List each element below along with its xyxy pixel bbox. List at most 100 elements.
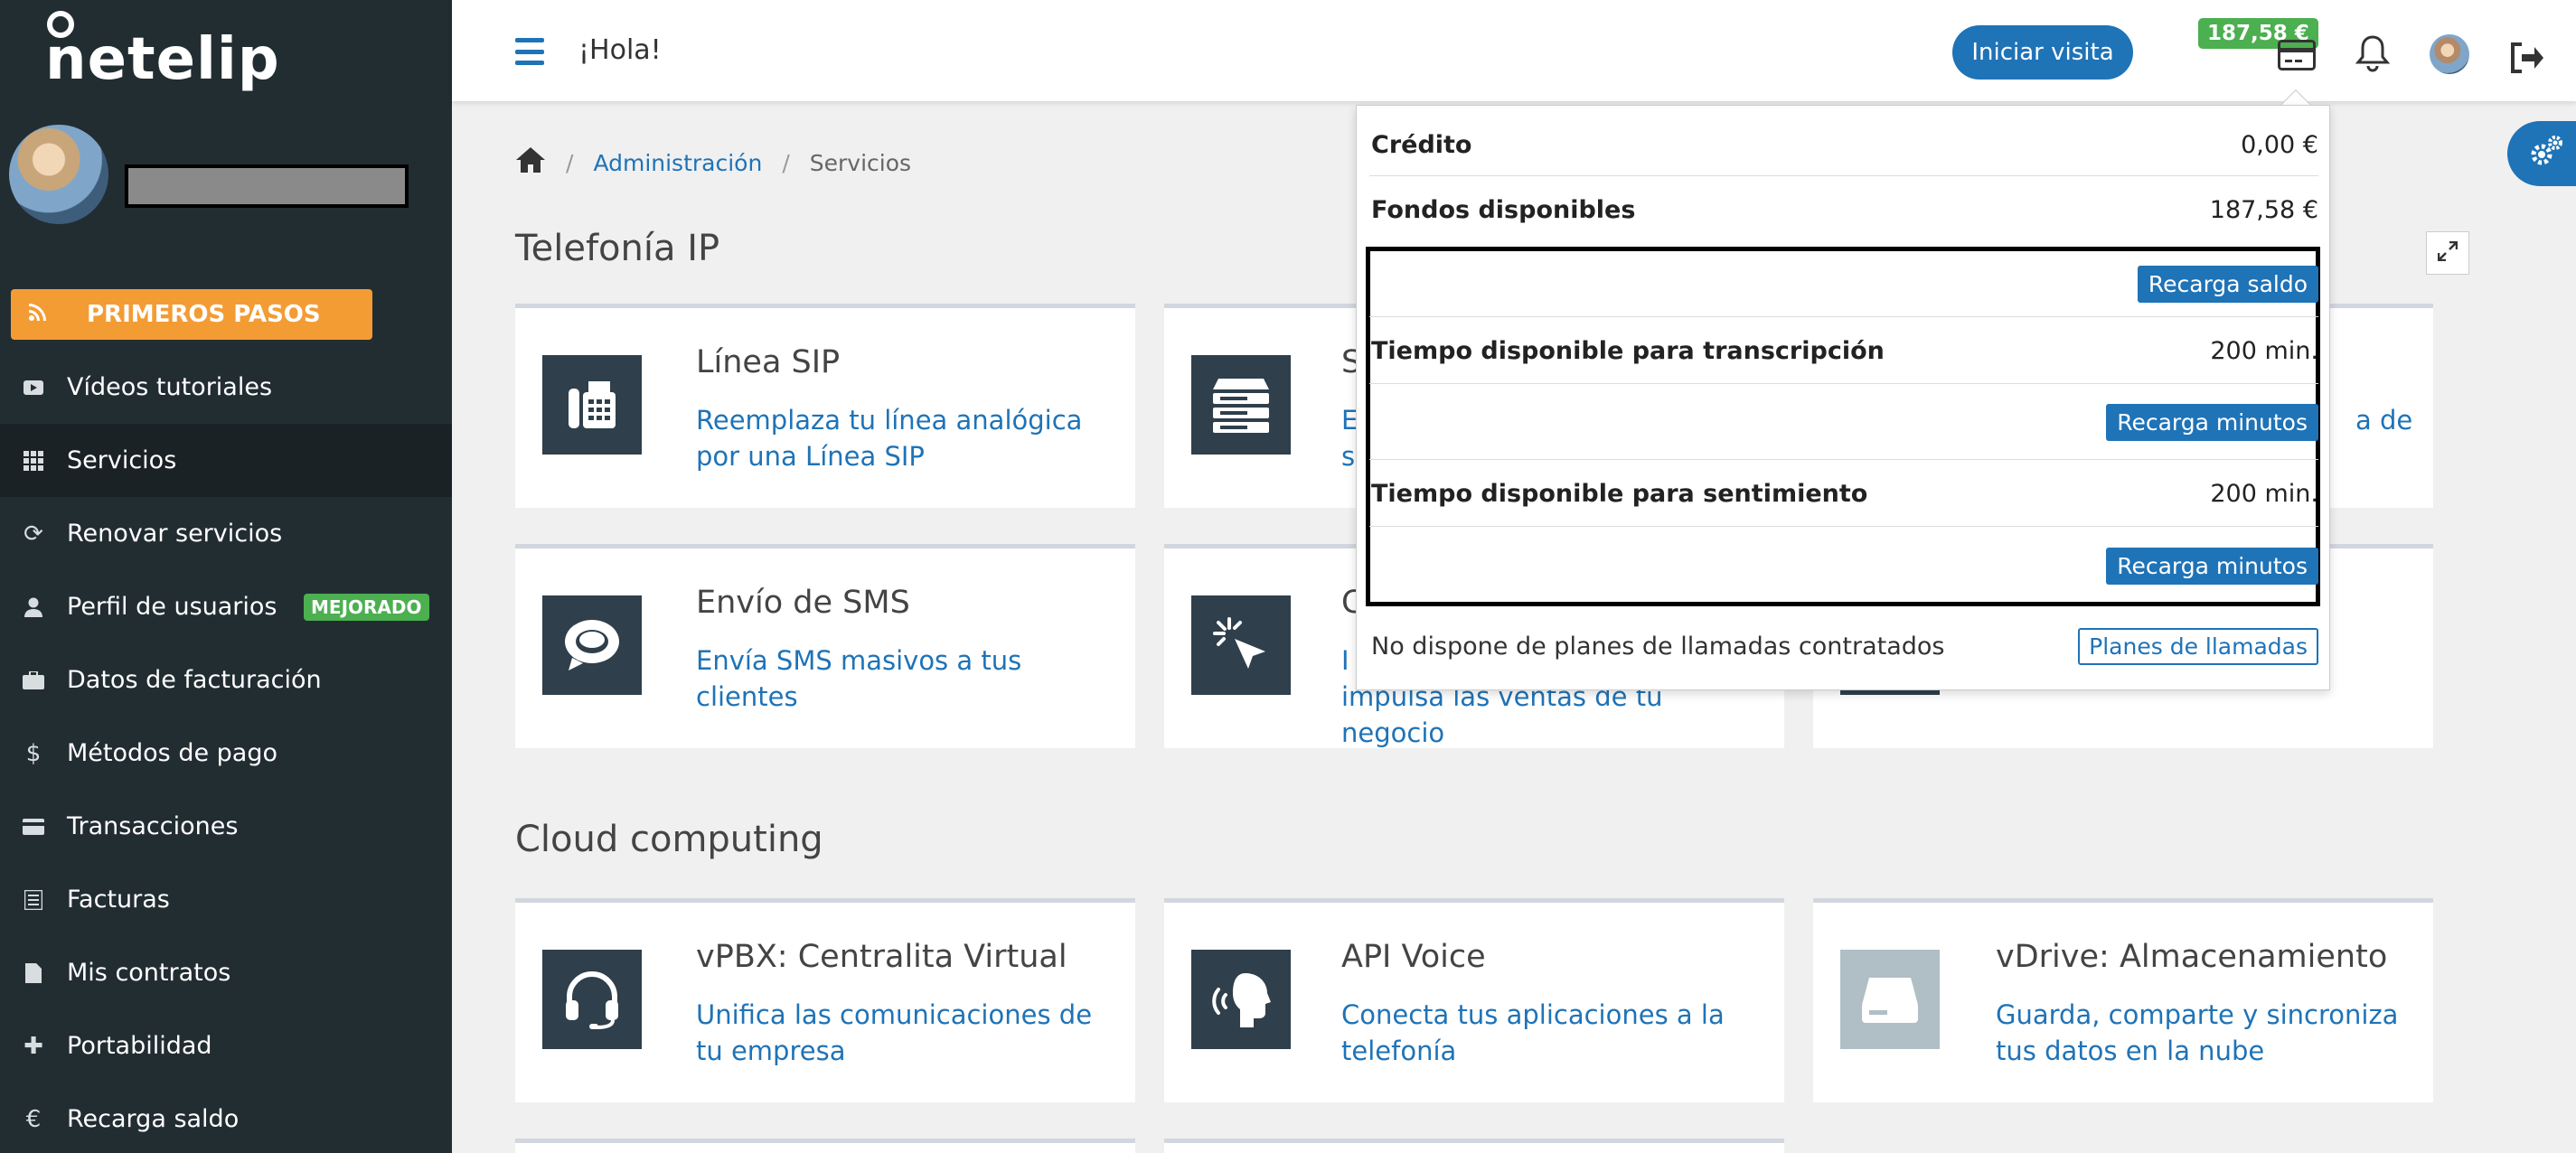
breadcrumb-administracion[interactable]: Administración — [593, 150, 762, 176]
card-title: Línea SIP — [696, 344, 841, 380]
card-title: vDrive: Almacenamiento — [1996, 939, 2388, 975]
expand-button[interactable] — [2426, 231, 2469, 275]
sidebar-item-label: Métodos de pago — [67, 739, 277, 767]
settings-tab[interactable] — [2507, 121, 2576, 186]
logo-pin-icon — [47, 11, 74, 38]
video-icon — [0, 374, 67, 401]
card-vpbx[interactable]: vPBX: Centralita Virtual Unifica las com… — [515, 898, 1135, 1102]
recarga-minutos-transcripcion-button[interactable]: Recarga minutos — [2106, 404, 2318, 441]
sidebar-item-label: Renovar servicios — [67, 520, 283, 548]
fondos-label: Fondos disponibles — [1371, 195, 1636, 224]
cursor-click-icon — [1191, 595, 1291, 695]
breadcrumb-separator: / — [782, 149, 790, 176]
sidebar-item-metodos-pago[interactable]: $ Métodos de pago — [0, 717, 452, 790]
sidebar-item-label: Servicios — [67, 446, 177, 474]
sentimiento-row: Tiempo disponible para sentimiento 200 m… — [1369, 462, 2318, 527]
card-vdrive[interactable]: vDrive: Almacenamiento Guarda, comparte … — [1813, 898, 2433, 1102]
grid-icon — [0, 447, 67, 474]
top-header: ¡Hola! Iniciar visita 187,58 € — [452, 0, 2576, 101]
wallet-icon[interactable] — [2278, 40, 2316, 74]
server-icon — [1191, 355, 1291, 455]
hamburger-menu-icon[interactable] — [515, 38, 544, 65]
sidebar-item-contratos[interactable]: Mis contratos — [0, 936, 452, 1009]
breadcrumb-separator: / — [566, 149, 574, 176]
card-desc[interactable]: Unifica las comunicaciones de tu empresa — [696, 997, 1112, 1069]
card-envio-sms[interactable]: Envío de SMS Envía SMS masivos a tus cli… — [515, 544, 1135, 748]
mejorado-badge: MEJORADO — [304, 593, 429, 621]
planes-llamadas-button[interactable]: Planes de llamadas — [2078, 627, 2318, 665]
planes-row: No dispone de planes de llamadas contrat… — [1369, 614, 2318, 679]
sidebar-item-portabilidad[interactable]: ✚ Portabilidad — [0, 1009, 452, 1083]
recarga-saldo-button[interactable]: Recarga saldo — [2137, 266, 2318, 303]
fax-phone-icon — [542, 355, 642, 455]
sidebar-item-facturas[interactable]: Facturas — [0, 863, 452, 936]
user-avatar[interactable] — [2430, 34, 2469, 74]
sidebar-item-label: Mis contratos — [67, 959, 231, 987]
greeting-text: ¡Hola! — [578, 34, 662, 66]
voice-head-icon — [1191, 950, 1291, 1049]
sidebar-item-label: Facturas — [67, 886, 170, 914]
card-desc[interactable]: Reemplaza tu línea analógica por una Lín… — [696, 402, 1112, 474]
card-title: Envío de SMS — [696, 585, 910, 621]
breadcrumb: / Administración / Servicios — [515, 146, 911, 179]
credito-value: 0,00 € — [2241, 131, 2318, 159]
plus-icon: ✚ — [24, 1032, 43, 1060]
sentimiento-value: 200 min. — [2210, 480, 2318, 508]
sidebar-item-recarga-saldo[interactable]: € Recarga saldo — [0, 1083, 452, 1153]
gears-icon — [2527, 133, 2565, 174]
avatar[interactable] — [9, 125, 108, 224]
transcripcion-row: Tiempo disponible para transcripción 200… — [1369, 319, 2318, 384]
expand-icon — [2437, 240, 2458, 265]
breadcrumb-servicios: Servicios — [809, 149, 912, 176]
sidebar-item-perfil[interactable]: Perfil de usuarios MEJORADO — [0, 570, 452, 643]
sidebar-item-facturacion[interactable]: Datos de facturación — [0, 643, 452, 717]
recarga-minutos-sentimiento-button[interactable]: Recarga minutos — [2106, 547, 2318, 585]
sidebar-item-label: Transacciones — [67, 812, 239, 840]
credit-dropdown: Crédito 0,00 € Fondos disponibles 187,58… — [1356, 105, 2330, 690]
sidebar-item-videos[interactable]: Vídeos tutoriales — [0, 351, 452, 424]
credito-label: Crédito — [1371, 131, 1472, 159]
primeros-pasos-label: PRIMEROS PASOS — [87, 301, 321, 328]
euro-icon: € — [25, 1105, 42, 1133]
card-desc[interactable]: Envía SMS masivos a tus clientes — [696, 642, 1112, 715]
dollar-icon: $ — [25, 739, 42, 767]
no-planes-text: No dispone de planes de llamadas contrat… — [1371, 632, 1945, 661]
home-icon[interactable] — [515, 146, 546, 179]
chat-bubble-icon — [542, 595, 642, 695]
card-api-voice[interactable]: API Voice Conecta tus aplicaciones a la … — [1164, 898, 1784, 1102]
card-desc[interactable]: a de — [2355, 402, 2428, 438]
sidebar-item-servicios[interactable]: Servicios — [0, 424, 452, 497]
sidebar-item-label: Vídeos tutoriales — [67, 373, 273, 401]
iniciar-visita-button[interactable]: Iniciar visita — [1952, 25, 2133, 80]
sidebar-item-label: Portabilidad — [67, 1032, 212, 1060]
recarga-minutos-row-2: Recarga minutos — [1369, 529, 2318, 603]
file-icon — [0, 960, 67, 987]
sentimiento-label: Tiempo disponible para sentimiento — [1371, 480, 1868, 508]
card-linea-sip[interactable]: Línea SIP Reemplaza tu línea analógica p… — [515, 304, 1135, 508]
sidebar-item-label: Perfil de usuarios — [67, 593, 277, 621]
section-title-telefonia: Telefonía IP — [515, 228, 720, 269]
fondos-row: Fondos disponibles 187,58 € — [1369, 178, 2318, 241]
fondos-value: 187,58 € — [2209, 195, 2318, 224]
sidebar-item-transacciones[interactable]: Transacciones — [0, 790, 452, 863]
logout-icon[interactable] — [2509, 42, 2545, 78]
card-desc[interactable]: Guarda, comparte y sincroniza tus datos … — [1996, 997, 2411, 1069]
card-icon — [0, 813, 67, 840]
briefcase-icon — [0, 667, 67, 694]
sidebar: netelip PRIMEROS PASOS Vídeos tutoriales… — [0, 0, 452, 1153]
rss-icon — [11, 301, 65, 328]
bell-icon[interactable] — [2355, 34, 2391, 76]
section-title-cloud: Cloud computing — [515, 819, 823, 860]
logo-text: netelip — [45, 26, 280, 93]
sidebar-item-renovar[interactable]: ⟳ Renovar servicios — [0, 497, 452, 570]
credito-row: Crédito 0,00 € — [1369, 115, 2318, 176]
headset-icon — [542, 950, 642, 1049]
sidebar-menu: Vídeos tutoriales Servicios ⟳ Renovar se… — [0, 351, 452, 1153]
card-desc[interactable]: Conecta tus aplicaciones a la telefonía — [1341, 997, 1757, 1069]
user-icon — [0, 594, 67, 621]
recarga-saldo-row: Recarga saldo — [1369, 252, 2318, 317]
list-icon — [0, 886, 67, 914]
netelip-logo[interactable]: netelip — [45, 7, 280, 93]
primeros-pasos-button[interactable]: PRIMEROS PASOS — [11, 289, 372, 340]
hard-drive-icon — [1840, 950, 1940, 1049]
